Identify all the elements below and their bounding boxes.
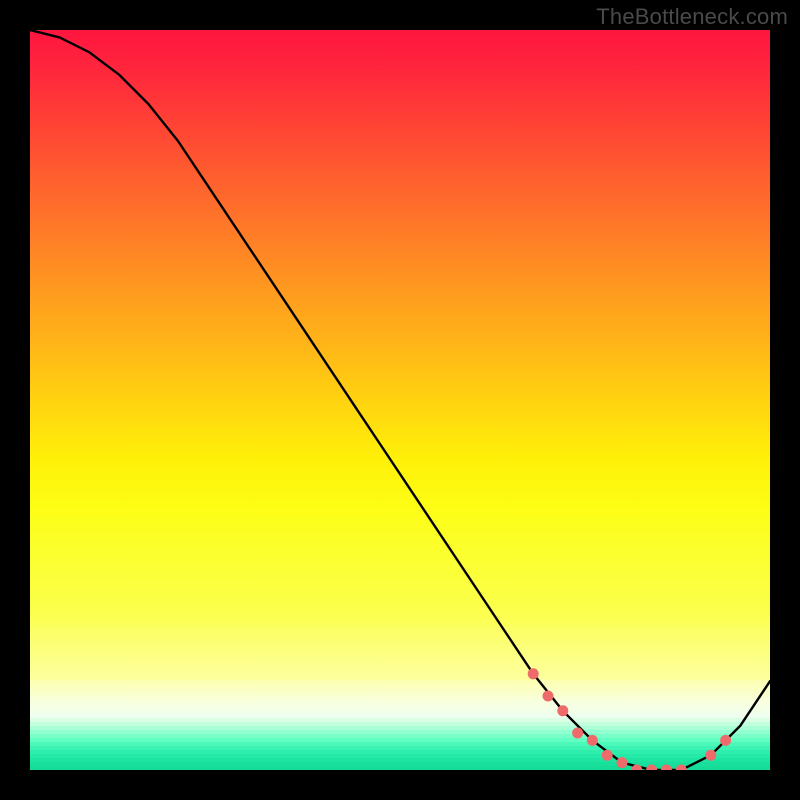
bottleneck-curve — [30, 30, 770, 770]
highlight-dot — [661, 765, 672, 771]
highlight-dot — [676, 765, 687, 771]
highlight-dots — [528, 668, 731, 770]
highlight-dot — [528, 668, 539, 679]
chart-frame: TheBottleneck.com — [0, 0, 800, 800]
highlight-dot — [557, 705, 568, 716]
highlight-dot — [587, 735, 598, 746]
highlight-dot — [572, 728, 583, 739]
highlight-dot — [705, 750, 716, 761]
curve-layer — [30, 30, 770, 770]
highlight-dot — [617, 757, 628, 768]
plot-area — [30, 30, 770, 770]
highlight-dot — [646, 765, 657, 771]
highlight-dot — [602, 750, 613, 761]
highlight-dot — [720, 735, 731, 746]
watermark-label: TheBottleneck.com — [596, 4, 788, 30]
highlight-dot — [543, 691, 554, 702]
